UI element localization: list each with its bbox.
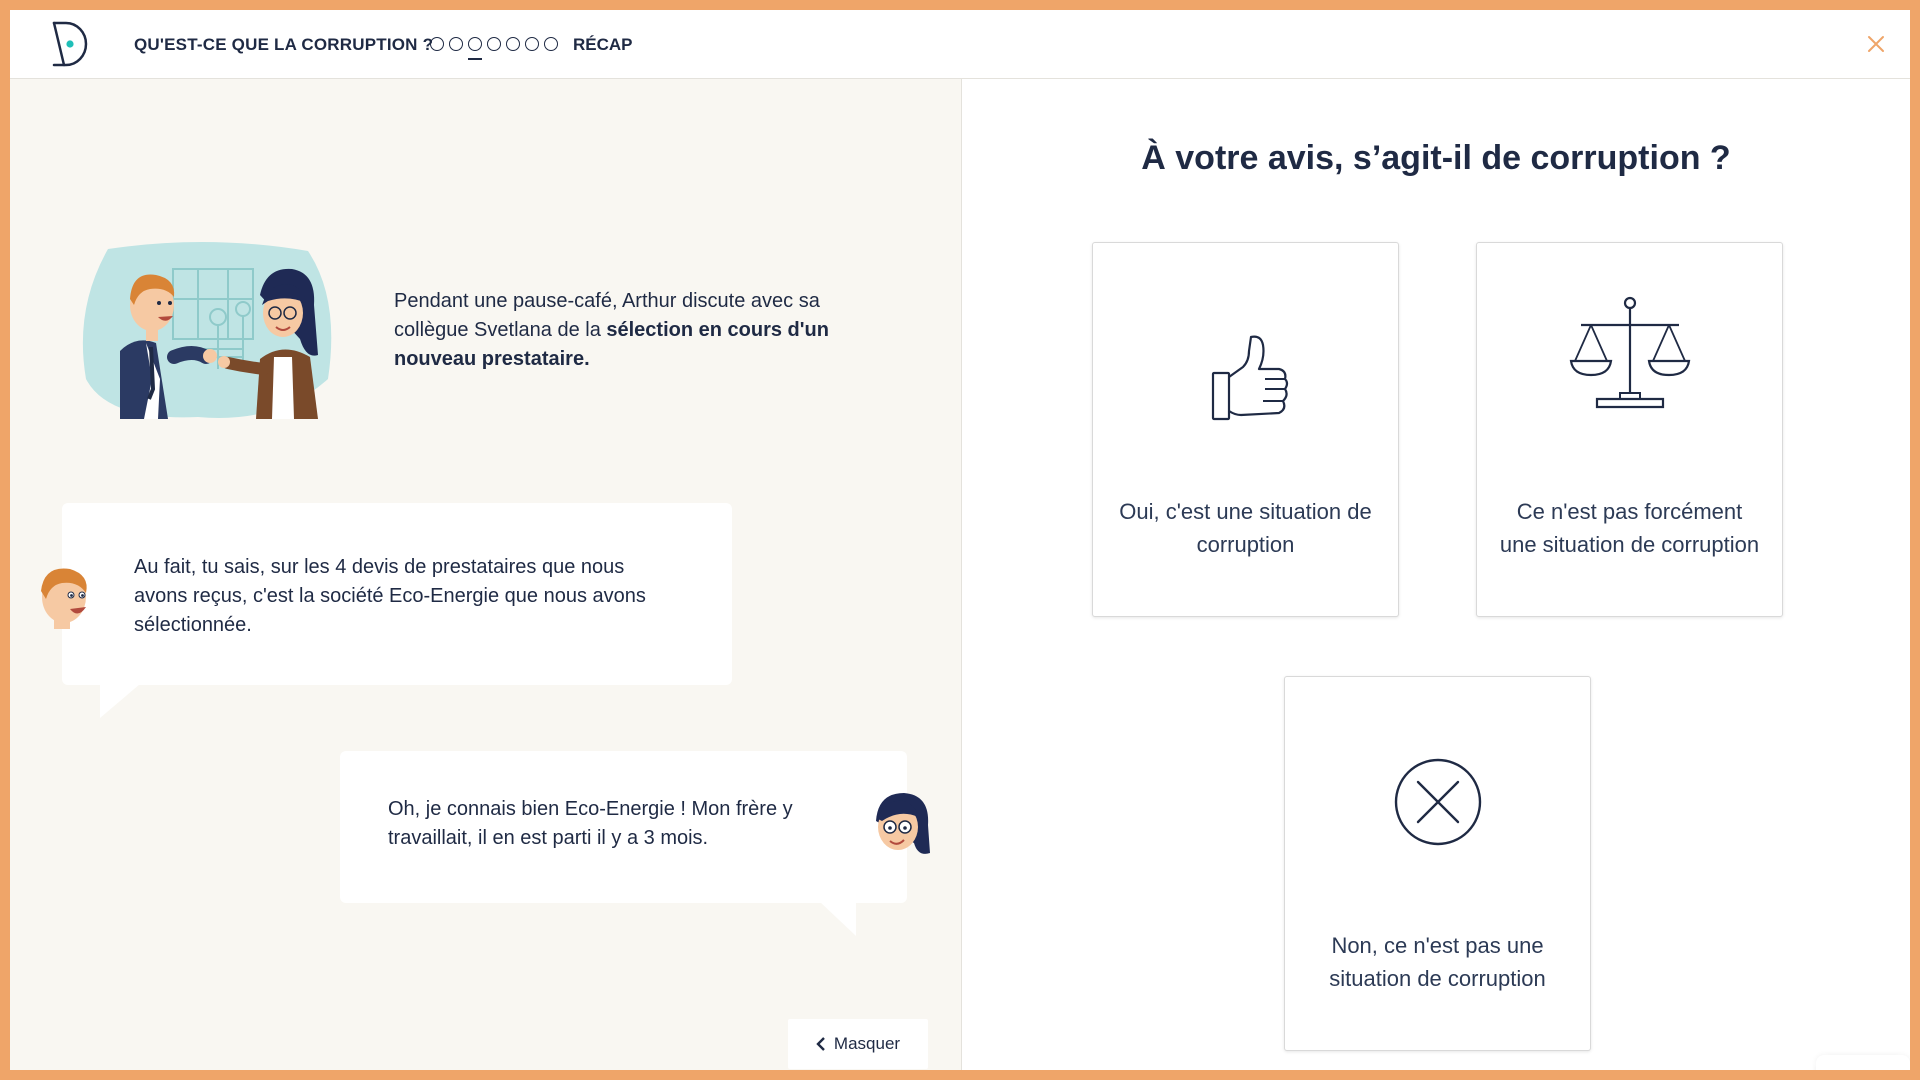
step-dot[interactable] <box>449 37 463 51</box>
section-title: QU'EST-CE QUE LA CORRUPTION ? <box>134 35 434 54</box>
answer-card-yes[interactable]: Oui, c'est une situation de corruption <box>1092 242 1399 617</box>
step-dot[interactable] <box>506 37 520 51</box>
scene-intro: Pendant une pause-café, Arthur discute a… <box>394 287 854 374</box>
hide-panel-label: Masquer <box>833 1034 901 1053</box>
app-frame: QU'EST-CE QUE LA CORRUPTION ? RÉCAP Pend… <box>10 10 1910 1070</box>
arthur-avatar <box>41 568 87 629</box>
top-bar: QU'EST-CE QUE LA CORRUPTION ? RÉCAP <box>10 10 1910 79</box>
answer-label: Non, ce n'est pas une situation de corru… <box>1329 933 1546 991</box>
chevron-left-icon <box>816 1037 825 1051</box>
hide-panel-button[interactable]: Masquer <box>788 1019 928 1069</box>
quiz-panel: À votre avis, s’agit-il de corruption ? … <box>962 79 1910 1070</box>
answer-label: Ce n'est pas forcément une situation de … <box>1499 499 1760 557</box>
dialogue-text: Oh, je connais bien Eco-Energie ! Mon fr… <box>388 798 793 849</box>
dialogue-text: Au fait, tu sais, sur les 4 devis de pre… <box>134 556 646 636</box>
answer-card-no[interactable]: Non, ce n'est pas une situation de corru… <box>1284 676 1591 1051</box>
scenario-panel: Pendant une pause-café, Arthur discute a… <box>10 79 962 1070</box>
step-dot[interactable] <box>430 37 444 51</box>
x-circle-icon <box>1394 758 1481 846</box>
svetlana-avatar <box>876 793 930 854</box>
answer-label: Oui, c'est une situation de corruption <box>1119 499 1372 557</box>
bubble-tail <box>820 902 856 936</box>
recap-link[interactable]: RÉCAP <box>573 35 633 55</box>
quiz-question: À votre avis, s’agit-il de corruption ? <box>1141 139 1731 177</box>
close-icon[interactable] <box>1862 30 1890 58</box>
step-dot-current[interactable] <box>468 37 482 60</box>
next-button[interactable] <box>1816 1055 1910 1070</box>
thumbs-up-icon <box>1211 335 1288 421</box>
step-dot[interactable] <box>525 37 539 51</box>
office-scene-illustration <box>82 241 332 419</box>
dialogue-bubble-svetlana: Oh, je connais bien Eco-Energie ! Mon fr… <box>340 751 907 936</box>
answer-card-maybe[interactable]: Ce n'est pas forcément une situation de … <box>1476 242 1783 617</box>
bubble-tail <box>100 684 140 718</box>
dialogue-bubble-arthur: Au fait, tu sais, sur les 4 devis de pre… <box>62 503 732 718</box>
step-dot[interactable] <box>544 37 558 51</box>
step-dot[interactable] <box>487 37 501 51</box>
app-logo <box>52 21 88 67</box>
balance-scale-icon <box>1569 296 1690 409</box>
